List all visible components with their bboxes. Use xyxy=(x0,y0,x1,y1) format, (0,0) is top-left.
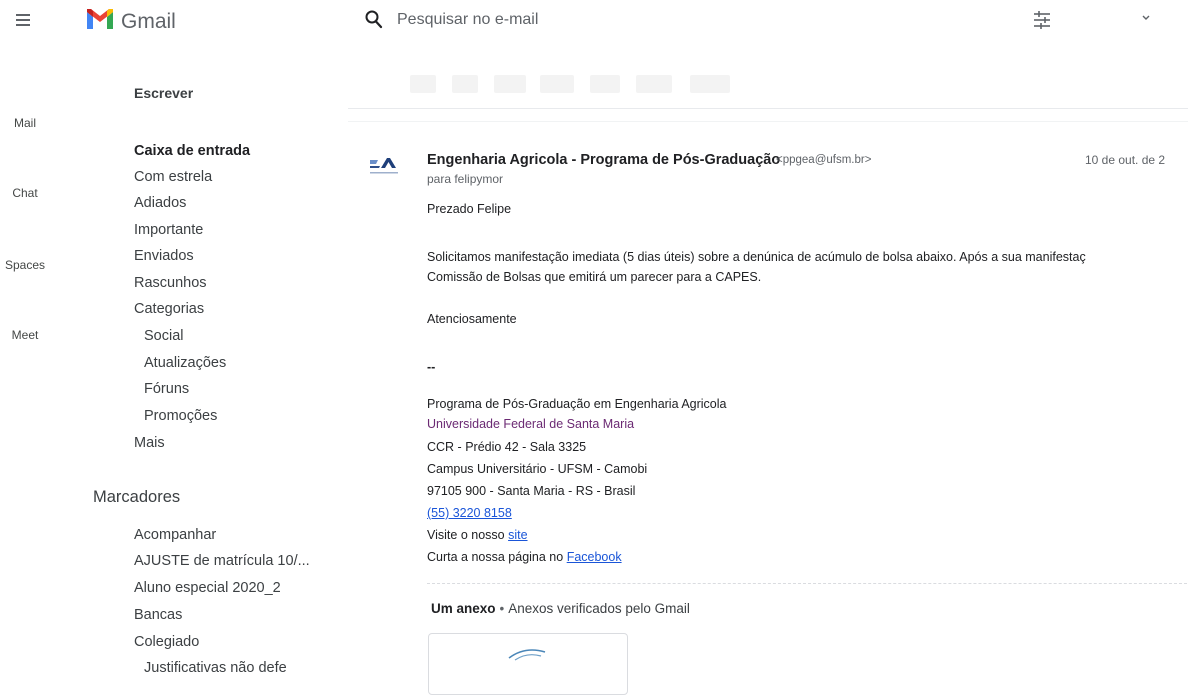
toolbar-action-button[interactable] xyxy=(410,75,436,93)
main-menu-icon[interactable] xyxy=(10,10,36,30)
compose-button[interactable]: Escrever xyxy=(134,85,193,101)
chevron-down-icon[interactable] xyxy=(1140,13,1152,23)
search-input[interactable] xyxy=(397,8,817,32)
signature-facebook-line: Curta a nossa página no Facebook xyxy=(427,550,622,564)
search-options-icon[interactable] xyxy=(1031,9,1053,31)
email-paragraph-line: Comissão de Bolsas que emitirá um parece… xyxy=(427,270,762,284)
toolbar-divider xyxy=(348,108,1188,109)
attachment-thumbnail-icon xyxy=(508,649,546,661)
attachment-count: Um anexo xyxy=(431,601,496,616)
attachment-verified-note: Anexos verificados pelo Gmail xyxy=(508,601,690,616)
sidebar-item-drafts[interactable]: Rascunhos xyxy=(134,275,207,291)
label-item[interactable]: Aluno especial 2020_2 xyxy=(134,580,281,596)
toolbar-action-button[interactable] xyxy=(494,75,526,93)
email-paragraph-line: Solicitamos manifestação imediata (5 dia… xyxy=(427,250,1086,264)
sidebar-item-starred[interactable]: Com estrela xyxy=(134,169,212,185)
email-greeting: Prezado Felipe xyxy=(427,202,512,216)
sidebar-item-social[interactable]: Social xyxy=(144,328,184,344)
sender-name[interactable]: Engenharia Agricola - Programa de Pós-Gr… xyxy=(427,152,780,168)
toolbar-action-button[interactable] xyxy=(540,75,574,93)
sidebar-item-promotions[interactable]: Promoções xyxy=(144,408,217,424)
sidebar-item-inbox[interactable]: Caixa de entrada xyxy=(134,143,250,159)
attachment-card[interactable] xyxy=(428,633,628,695)
signature-address: 97105 900 - Santa Maria - RS - Brasil xyxy=(427,484,636,498)
rail-item-mail[interactable]: Mail xyxy=(0,116,50,130)
sidebar-item-snoozed[interactable]: Adiados xyxy=(134,195,186,211)
signature-phone-link[interactable]: (55) 3220 8158 xyxy=(427,506,512,520)
sidebar-item-updates[interactable]: Atualizações xyxy=(144,355,226,371)
label-item[interactable]: AJUSTE de matrícula 10/... xyxy=(134,553,310,569)
facebook-text: Curta a nossa página no xyxy=(427,550,567,564)
site-link[interactable]: site xyxy=(508,528,527,542)
sender-email: <ppgea@ufsm.br> xyxy=(776,154,872,166)
attachment-divider xyxy=(427,583,1187,584)
toolbar-action-button[interactable] xyxy=(452,75,478,93)
toolbar-action-button[interactable] xyxy=(590,75,620,93)
gmail-wordmark: Gmail xyxy=(121,10,176,33)
sender-avatar[interactable] xyxy=(368,148,400,180)
attachment-heading: Um anexo • Anexos verificados pelo Gmail xyxy=(431,601,690,616)
facebook-link[interactable]: Facebook xyxy=(567,550,622,564)
signature-campus: Campus Universitário - UFSM - Camobi xyxy=(427,462,648,476)
attachment-separator: • xyxy=(499,601,505,616)
toolbar-action-button[interactable] xyxy=(690,75,730,93)
sidebar-item-categories[interactable]: Categorias xyxy=(134,301,204,317)
label-item[interactable]: Bancas xyxy=(134,607,182,623)
label-item[interactable]: Colegiado xyxy=(134,634,199,650)
recipient-details[interactable]: para felipymor xyxy=(427,172,503,186)
signature-program: Programa de Pós-Graduação em Engenharia … xyxy=(427,397,727,411)
message-divider xyxy=(348,121,1188,122)
visit-text: Visite o nosso xyxy=(427,528,509,542)
search-icon[interactable] xyxy=(364,9,384,31)
labels-heading: Marcadores xyxy=(93,488,181,506)
rail-item-chat[interactable]: Chat xyxy=(0,186,50,200)
signature-building: CCR - Prédio 42 - Sala 3325 xyxy=(427,440,587,454)
toolbar-action-button[interactable] xyxy=(636,75,672,93)
sidebar-item-sent[interactable]: Enviados xyxy=(134,248,194,264)
sidebar-item-forums[interactable]: Fóruns xyxy=(144,381,189,397)
label-item[interactable]: Justificativas não defe xyxy=(144,660,287,676)
label-item[interactable]: Acompanhar xyxy=(134,527,216,543)
email-date: 10 de out. de 2 xyxy=(1085,153,1166,167)
rail-item-spaces[interactable]: Spaces xyxy=(0,258,50,272)
signature-university: Universidade Federal de Santa Maria xyxy=(427,417,635,431)
gmail-logo[interactable]: Gmail xyxy=(87,7,227,35)
sidebar-item-more[interactable]: Mais xyxy=(134,435,165,451)
sidebar-item-important[interactable]: Importante xyxy=(134,222,203,238)
signature-visit-line: Visite o nosso site xyxy=(427,528,528,542)
rail-item-meet[interactable]: Meet xyxy=(0,328,50,342)
gmail-logo-icon xyxy=(87,9,113,29)
email-closing: Atenciosamente xyxy=(427,312,517,326)
signature-separator: -- xyxy=(427,360,436,374)
